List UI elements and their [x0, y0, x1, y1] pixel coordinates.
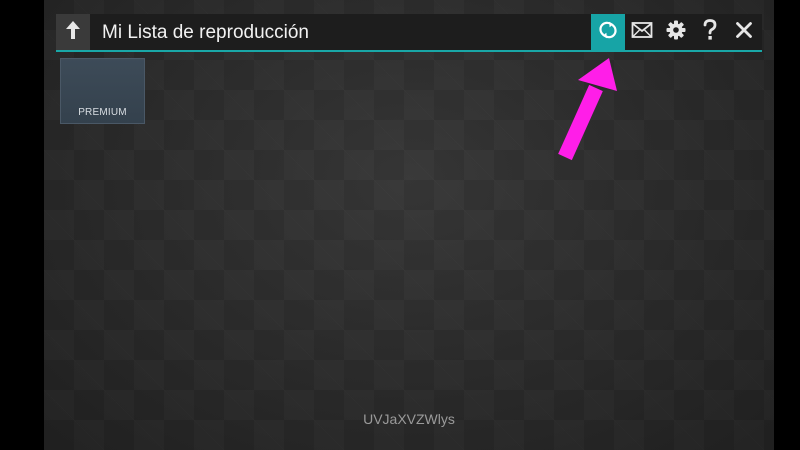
- playlist-tile-premium[interactable]: PREMIUM: [60, 58, 145, 124]
- envelope-icon: [631, 21, 653, 44]
- header-bar: Mi Lista de reproducción: [56, 14, 762, 52]
- app-screen: Mi Lista de reproducción PREMIUM UVJaXVZ…: [44, 0, 774, 450]
- device-code: UVJaXVZWlys: [363, 411, 455, 427]
- messages-button[interactable]: [625, 14, 659, 50]
- gear-icon: [665, 19, 687, 46]
- back-arrow-icon: [63, 19, 83, 46]
- refresh-icon: [597, 19, 619, 46]
- settings-button[interactable]: [659, 14, 693, 50]
- page-title: Mi Lista de reproducción: [102, 22, 309, 43]
- refresh-button[interactable]: [591, 14, 625, 50]
- close-icon: [735, 21, 753, 44]
- close-button[interactable]: [727, 14, 761, 50]
- tile-label: PREMIUM: [78, 107, 127, 118]
- help-button[interactable]: [693, 14, 727, 50]
- back-button[interactable]: [56, 14, 90, 50]
- question-icon: [701, 18, 719, 47]
